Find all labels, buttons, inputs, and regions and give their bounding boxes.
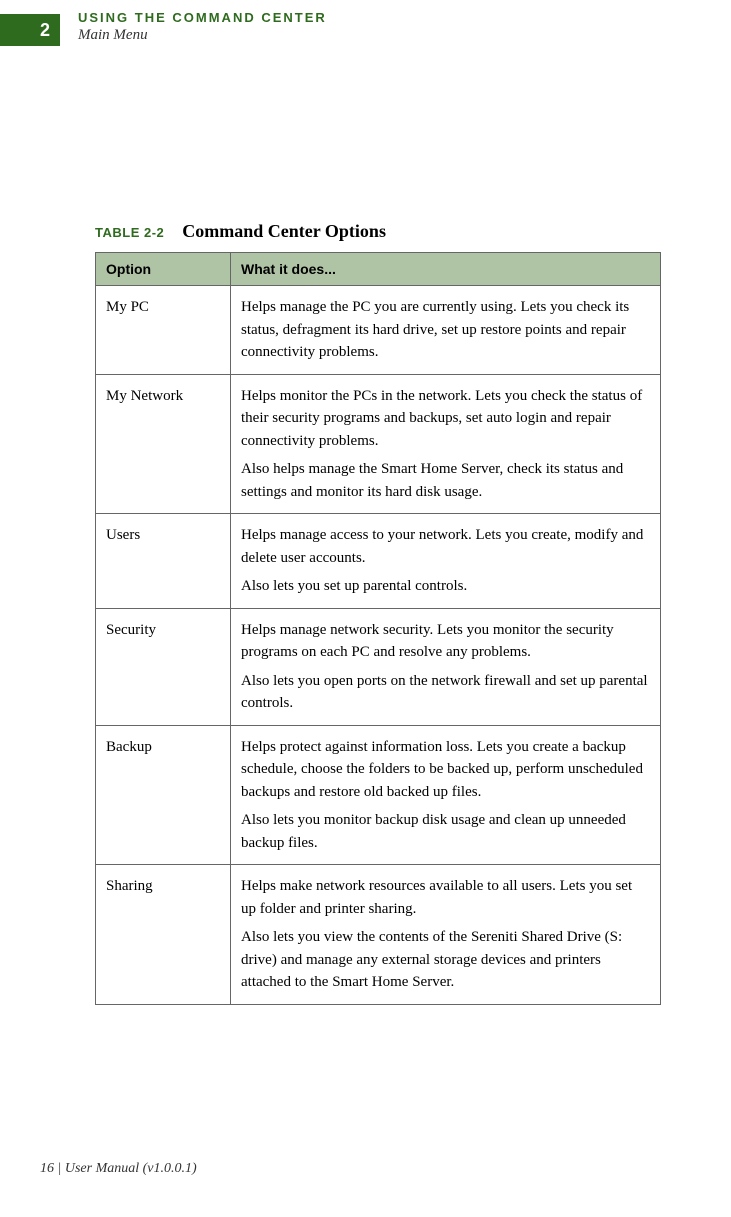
option-name: Sharing: [96, 865, 231, 1005]
content-area: TABLE 2-2 Command Center Options Option …: [95, 221, 661, 1005]
option-name: Security: [96, 608, 231, 725]
desc-para: Helps manage network security. Lets you …: [241, 619, 650, 664]
option-name: Users: [96, 514, 231, 609]
table-caption: TABLE 2-2 Command Center Options: [95, 221, 661, 242]
option-desc: Helps protect against information loss. …: [231, 725, 661, 865]
desc-para: Also lets you view the contents of the S…: [241, 926, 650, 994]
option-desc: Helps manage network security. Lets you …: [231, 608, 661, 725]
option-desc: Helps make network resources available t…: [231, 865, 661, 1005]
options-table: Option What it does... My PC Helps manag…: [95, 252, 661, 1005]
desc-para: Also helps manage the Smart Home Server,…: [241, 458, 650, 503]
table-row: Security Helps manage network security. …: [96, 608, 661, 725]
table-row: Users Helps manage access to your networ…: [96, 514, 661, 609]
desc-para: Also lets you open ports on the network …: [241, 670, 650, 715]
header-subtitle: Main Menu: [78, 27, 327, 44]
header-title: USING THE COMMAND CENTER: [78, 10, 327, 25]
table-header-row: Option What it does...: [96, 253, 661, 286]
option-desc: Helps manage the PC you are currently us…: [231, 286, 661, 375]
option-desc: Helps manage access to your network. Let…: [231, 514, 661, 609]
desc-para: Helps manage access to your network. Let…: [241, 524, 650, 569]
page-header: 2 USING THE COMMAND CENTER Main Menu: [0, 0, 731, 46]
desc-para: Helps monitor the PCs in the network. Le…: [241, 385, 650, 453]
table-label: TABLE 2-2: [95, 225, 164, 240]
option-name: My Network: [96, 374, 231, 514]
page-footer: 16 | User Manual (v1.0.0.1): [40, 1161, 197, 1177]
desc-para: Helps manage the PC you are currently us…: [241, 296, 650, 364]
desc-para: Also lets you set up parental controls.: [241, 575, 650, 598]
option-name: Backup: [96, 725, 231, 865]
option-name: My PC: [96, 286, 231, 375]
table-title: Command Center Options: [182, 221, 386, 241]
header-text: USING THE COMMAND CENTER Main Menu: [78, 10, 327, 44]
option-desc: Helps monitor the PCs in the network. Le…: [231, 374, 661, 514]
table-row: My PC Helps manage the PC you are curren…: [96, 286, 661, 375]
col-header-option: Option: [96, 253, 231, 286]
table-row: Backup Helps protect against information…: [96, 725, 661, 865]
table-row: My Network Helps monitor the PCs in the …: [96, 374, 661, 514]
table-row: Sharing Helps make network resources ava…: [96, 865, 661, 1005]
desc-para: Helps protect against information loss. …: [241, 736, 650, 804]
desc-para: Also lets you monitor backup disk usage …: [241, 809, 650, 854]
col-header-desc: What it does...: [231, 253, 661, 286]
chapter-tab: 2: [0, 14, 60, 46]
desc-para: Helps make network resources available t…: [241, 875, 650, 920]
